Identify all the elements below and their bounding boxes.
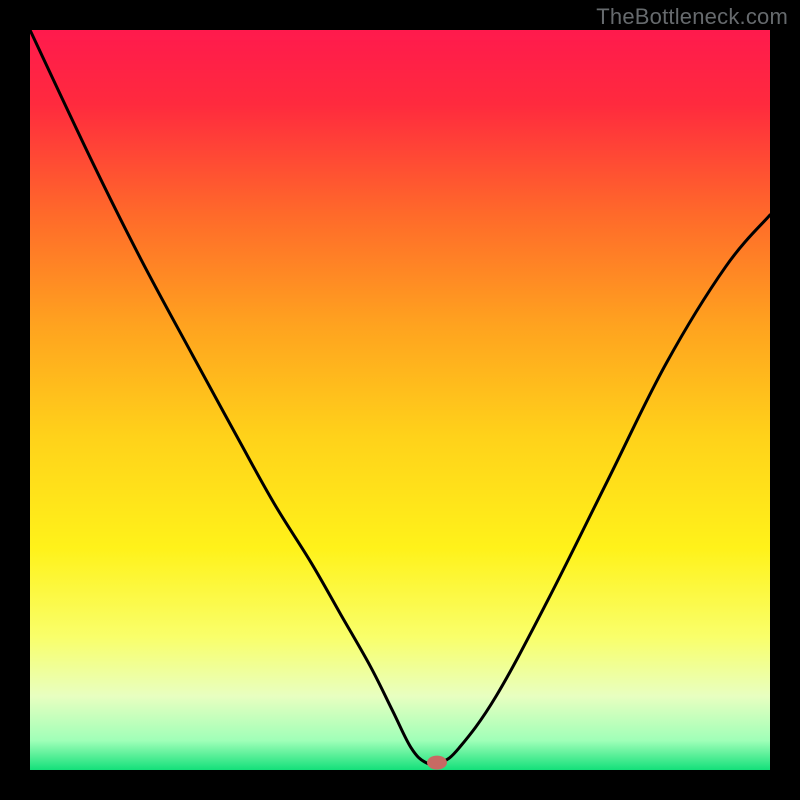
optimal-point-marker <box>427 756 447 770</box>
chart-background-gradient <box>30 30 770 770</box>
chart-frame: TheBottleneck.com <box>0 0 800 800</box>
bottleneck-chart <box>30 30 770 770</box>
watermark-text: TheBottleneck.com <box>596 4 788 30</box>
